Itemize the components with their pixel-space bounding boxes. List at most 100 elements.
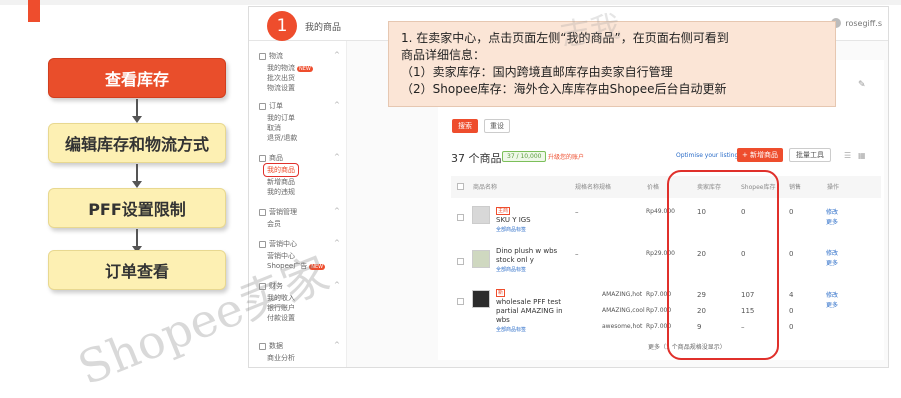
product-thumbnail — [472, 290, 490, 308]
sidebar-section-title: 数据 — [269, 342, 283, 350]
variation-cell: AMAZING,hot — [602, 291, 643, 298]
product-label-link[interactable]: 全部商品标签 — [496, 227, 526, 233]
sidebar-item[interactable]: 我的物流 NEW — [267, 63, 313, 73]
edit-icon[interactable]: ✎ — [858, 80, 866, 90]
sidebar-item[interactable]: 我的违规 — [267, 187, 295, 197]
sidebar-item[interactable]: 新增商品 — [267, 177, 295, 187]
column-header: 操作 — [827, 184, 840, 191]
sidebar-section[interactable]: 订单 — [259, 101, 283, 111]
truck-icon — [259, 52, 266, 60]
batch-tools-dropdown[interactable]: 批量工具 — [789, 148, 831, 162]
edit-link[interactable]: 修改 — [826, 290, 838, 299]
column-header: 销售 — [789, 184, 802, 191]
sales-cell: 4 — [789, 291, 794, 299]
sidebar-section-title: 营销管理 — [269, 208, 297, 216]
sidebar-item-my-products[interactable]: 我的商品 — [263, 163, 299, 177]
sidebar-section[interactable]: 物流 — [259, 51, 283, 61]
more-link[interactable]: 更多 — [826, 300, 838, 309]
add-product-button[interactable]: + 新增商品 — [737, 148, 783, 162]
sidebar-section-title: 物流 — [269, 52, 283, 60]
bag-icon — [259, 154, 266, 162]
product-thumbnail — [472, 206, 490, 224]
sidebar-item[interactable]: 会员 — [267, 219, 281, 229]
product-label-link[interactable]: 全部商品标签 — [496, 267, 526, 273]
column-header: 商品名称 — [473, 184, 498, 191]
more-link[interactable]: 更多 — [826, 258, 838, 267]
product-thumbnail — [472, 250, 490, 268]
table-header: 商品名称 规格名称 规格 价格 卖家库存 Shopee库存 销售 操作 — [451, 176, 881, 198]
chevron-up-icon[interactable]: ^ — [334, 51, 340, 59]
callout-line: 商品详细信息： — [401, 48, 486, 62]
flow-arrow — [132, 99, 142, 123]
list-view-icon[interactable]: ☰ — [844, 151, 851, 160]
chevron-up-icon[interactable]: ^ — [334, 153, 340, 161]
products-count: 37 个商品 — [451, 152, 502, 165]
sales-cell: 0 — [789, 307, 794, 315]
chart-icon — [259, 342, 266, 350]
user-menu[interactable]: rosegiff.s — [831, 18, 882, 28]
sidebar-item[interactable]: 退货/退款 — [267, 133, 297, 143]
step-edit-stock-logistics[interactable]: 编辑库存和物流方式 — [48, 123, 226, 163]
select-all-checkbox[interactable] — [457, 183, 464, 190]
reset-button[interactable]: 重设 — [484, 119, 510, 133]
upgrade-link[interactable]: 升级您的账户 — [548, 152, 584, 161]
people-icon — [259, 208, 266, 216]
top-rule — [0, 0, 901, 5]
chevron-up-icon[interactable]: ^ — [334, 281, 340, 289]
quota-badge: 37 / 10,000 — [502, 151, 547, 162]
product-name: wholesale PFF test partial AMAZING in wb… — [496, 298, 563, 324]
sidebar-item[interactable]: 批次出货 — [267, 73, 295, 83]
variation-cell: – — [575, 250, 579, 258]
sales-cell: 0 — [789, 250, 794, 258]
column-header: 规格 — [599, 184, 612, 191]
sales-cell: 0 — [789, 208, 794, 216]
table-row[interactable]: 新 wholesale PFF test partial AMAZING in w… — [496, 288, 568, 335]
username: rosegiff.s — [845, 18, 882, 28]
megaphone-icon — [259, 240, 266, 248]
chevron-up-icon[interactable]: ^ — [334, 207, 340, 215]
column-header: 规格名称 — [575, 184, 600, 191]
row-checkbox[interactable] — [457, 298, 464, 305]
flow-arrow — [132, 164, 142, 188]
product-name: SKU Y IGS — [496, 216, 531, 224]
stock-columns-highlight — [667, 170, 779, 360]
variation-cell: – — [575, 208, 579, 216]
chevron-up-icon[interactable]: ^ — [334, 341, 340, 349]
grid-view-icon[interactable]: ▦ — [858, 151, 866, 160]
variation-cell: awesome,hot — [602, 323, 643, 330]
sidebar-item[interactable]: 物流设置 — [267, 83, 295, 93]
edit-link[interactable]: 修改 — [826, 248, 838, 257]
product-name: Dino plush w wbs stock onl y — [496, 247, 558, 264]
step-pff-limit[interactable]: PFF设置限制 — [48, 188, 226, 228]
search-button[interactable]: 搜索 — [452, 119, 478, 133]
product-tag: 新 — [496, 289, 506, 297]
clipboard-icon — [259, 102, 266, 110]
edit-link[interactable]: 修改 — [826, 207, 838, 216]
column-header: 价格 — [647, 184, 660, 191]
sidebar-section[interactable]: 数据 — [259, 341, 283, 351]
sidebar-item[interactable]: 我的订单 — [267, 113, 295, 123]
new-badge: NEW — [297, 66, 313, 72]
flow-arrow — [132, 229, 142, 253]
sidebar-item[interactable]: 取消 — [267, 123, 281, 133]
optimise-link[interactable]: Optimise your listing — [676, 152, 738, 159]
sidebar-section-title: 商品 — [269, 154, 283, 162]
chevron-up-icon[interactable]: ^ — [334, 101, 340, 109]
breadcrumb: 我的商品 — [305, 23, 342, 33]
sales-cell: 0 — [789, 323, 794, 331]
chevron-up-icon[interactable]: ^ — [334, 239, 340, 247]
table-row[interactable]: 主商 SKU Y IGS 全部商品标签 — [496, 206, 531, 235]
callout-line: （1）卖家库存：国内跨境直邮库存由卖家自行管理 — [401, 65, 673, 79]
step-view-stock[interactable]: 查看库存 — [48, 58, 226, 98]
row-checkbox[interactable] — [457, 214, 464, 221]
more-link[interactable]: 更多 — [826, 217, 838, 226]
row-checkbox[interactable] — [457, 258, 464, 265]
product-tag: 主商 — [496, 207, 511, 215]
table-row[interactable]: Dino plush w wbs stock onl y 全部商品标签 — [496, 247, 566, 275]
sidebar-section-title: 订单 — [269, 102, 283, 110]
sidebar-item[interactable]: 商业分析 — [267, 353, 295, 363]
step-number-badge: 1 — [267, 11, 297, 41]
product-label-link[interactable]: 全部商品标签 — [496, 327, 526, 333]
sidebar-section[interactable]: 营销管理 — [259, 207, 297, 217]
sidebar-section[interactable]: 商品 — [259, 153, 283, 163]
